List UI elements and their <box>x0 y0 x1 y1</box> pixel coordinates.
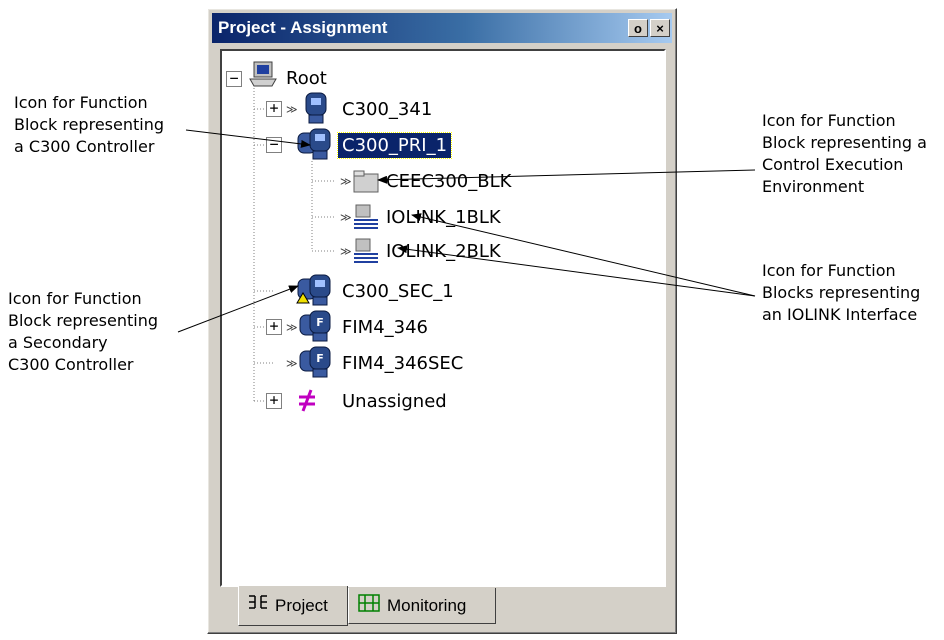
tree-item-ceec300-blk[interactable]: CEEC300_BLK <box>382 164 515 198</box>
tree-item-label-selected: C300_PRI_1 <box>336 131 453 159</box>
window-menu-button[interactable]: o <box>628 19 648 37</box>
tab-monitoring[interactable]: Monitoring <box>348 588 496 624</box>
chevron-down-icon: ≫ <box>340 211 352 224</box>
computer-icon <box>248 59 278 94</box>
tree-item-fim4-346[interactable]: FIM4_346 <box>338 310 432 344</box>
fim4-346-expand-toggle[interactable]: + <box>266 319 282 335</box>
chevron-down-icon: ≫ <box>340 175 352 188</box>
project-tab-icon <box>247 593 269 618</box>
tree-item-label: FIM4_346 <box>342 316 429 338</box>
c300-341-expand-toggle[interactable]: + <box>266 101 282 117</box>
c300-pri-collapse-toggle[interactable]: − <box>266 137 282 153</box>
chevron-down-icon: ≫ <box>286 357 298 370</box>
callout-iolink-interface: Icon for Function Blocks representing an… <box>762 261 921 324</box>
svg-text:F: F <box>316 352 324 365</box>
unassigned-expand-toggle[interactable]: + <box>266 393 282 409</box>
secondary-controller-icon <box>296 273 336 312</box>
tree-item-label: IOLINK_2BLK <box>386 240 501 262</box>
tree-item-label: Unassigned <box>342 390 447 412</box>
tree-item-label: FIM4_346SEC <box>342 352 464 374</box>
tree-item-unassigned[interactable]: Unassigned <box>338 384 451 418</box>
iolink-icon <box>352 237 380 270</box>
tree-item-c300-pri-1[interactable]: C300_PRI_1 <box>336 128 453 162</box>
not-equal-icon <box>296 387 318 418</box>
chevron-down-icon: ≫ <box>286 103 298 116</box>
tree-item-iolink-2blk[interactable]: IOLINK_2BLK <box>382 234 505 268</box>
tree-item-iolink-1blk[interactable]: IOLINK_1BLK <box>382 200 505 234</box>
close-button[interactable]: × <box>650 19 670 37</box>
tree-item-label: Root <box>286 67 327 89</box>
tree-item-root[interactable]: Root <box>282 61 331 95</box>
tree-item-label: C300_SEC_1 <box>342 280 454 302</box>
callout-control-execution-environment: Icon for Function Block representing a C… <box>762 111 927 196</box>
monitoring-tab-icon <box>357 592 381 619</box>
c300-controller-icon <box>300 91 332 130</box>
c300-controller-pair-icon <box>296 127 336 166</box>
tree-item-fim4-346sec[interactable]: FIM4_346SEC <box>338 346 467 380</box>
svg-text:F: F <box>316 316 324 329</box>
iolink-icon <box>352 203 380 236</box>
callout-c300-controller: Icon for Function Block representing a C… <box>14 93 164 156</box>
tree-item-c300-341[interactable]: C300_341 <box>338 92 436 126</box>
tab-label: Monitoring <box>387 595 467 615</box>
panel-titlebar[interactable]: Project - Assignment o × <box>212 13 672 43</box>
window-menu-icon: o <box>634 20 642 36</box>
folder-icon <box>352 169 380 200</box>
chevron-down-icon: ≫ <box>286 321 298 334</box>
fim-icon: F <box>298 309 334 348</box>
root-collapse-toggle[interactable]: − <box>226 71 242 87</box>
fim-icon: F <box>298 345 334 384</box>
tree-item-label: CEEC300_BLK <box>386 170 512 192</box>
callout-secondary-controller: Icon for Function Block representing a S… <box>8 289 158 374</box>
tree-item-label: IOLINK_1BLK <box>386 206 501 228</box>
tree-item-label: C300_341 <box>342 98 433 120</box>
tab-label: Project <box>275 595 328 615</box>
panel-title: Project - Assignment <box>218 18 388 37</box>
tree-item-c300-sec-1[interactable]: C300_SEC_1 <box>338 274 458 308</box>
tab-project[interactable]: Project <box>238 586 348 626</box>
chevron-down-icon: ≫ <box>340 245 352 258</box>
project-tree[interactable]: − Root + ≫ C300_341 − C300_PRI_1 ≫ CEEC3… <box>220 49 666 587</box>
close-icon: × <box>656 20 664 36</box>
project-assignment-panel: Project - Assignment o × − Root + ≫ C300… <box>207 8 677 634</box>
